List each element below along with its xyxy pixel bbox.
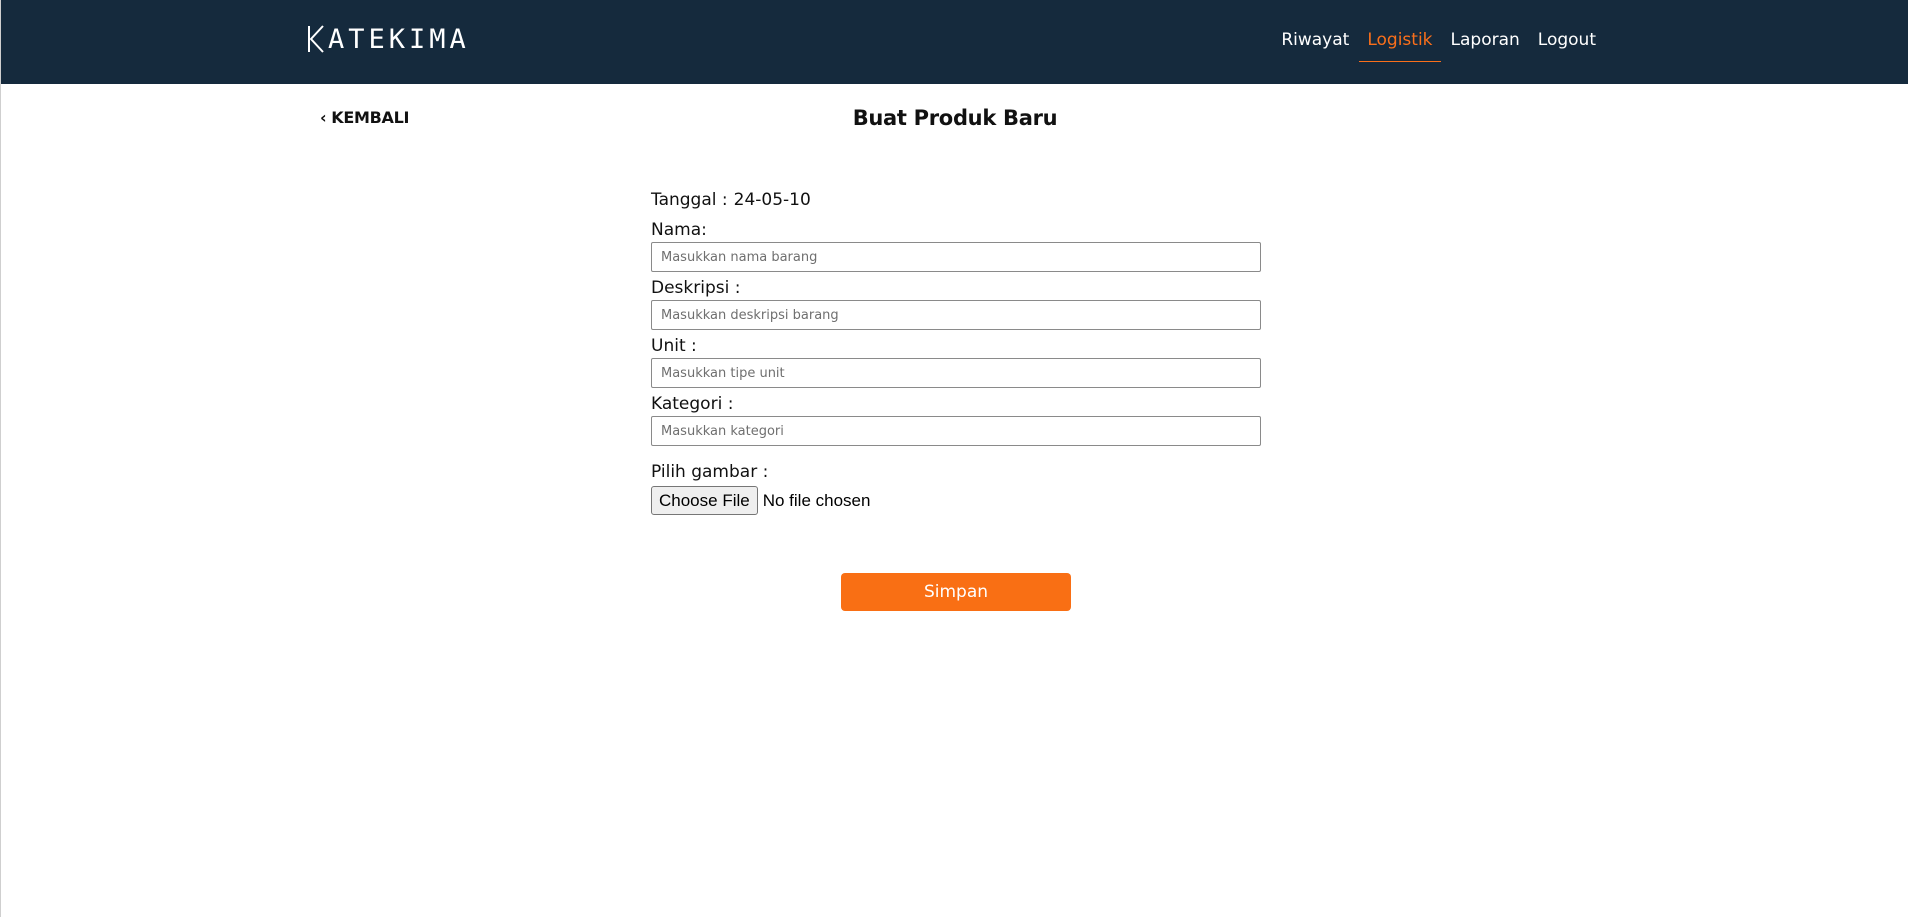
brand-logo[interactable]: ATEKIMA	[307, 21, 470, 57]
field-gambar: Pilih gambar : Choose File No file chose…	[651, 460, 1261, 515]
date-row: Tanggal : 24-05-10	[651, 186, 1261, 214]
nav-logistik[interactable]: Logistik	[1359, 0, 1441, 84]
gambar-label: Pilih gambar :	[651, 462, 769, 482]
date-value: 24-05-10	[733, 190, 811, 210]
nama-label: Nama:	[651, 220, 707, 240]
choose-file-button[interactable]: Choose File	[651, 486, 758, 515]
nav-laporan[interactable]: Laporan	[1450, 0, 1521, 84]
unit-label: Unit :	[651, 336, 697, 356]
nav-logout[interactable]: Logout	[1537, 0, 1597, 84]
create-product-form: Tanggal : 24-05-10 Nama: Deskripsi : Uni…	[651, 186, 1261, 515]
field-nama: Nama:	[651, 218, 1261, 272]
unit-input[interactable]	[651, 358, 1261, 388]
top-navbar: ATEKIMA Riwayat Logistik Laporan Logout	[1, 0, 1908, 84]
logo-k-icon	[308, 25, 324, 53]
nav-riwayat[interactable]: Riwayat	[1280, 0, 1350, 84]
page-title: Buat Produk Baru	[852, 106, 1058, 130]
field-unit: Unit :	[651, 334, 1261, 388]
logo-text: ATEKIMA	[328, 23, 470, 55]
save-button[interactable]: Simpan	[841, 573, 1071, 611]
kategori-label: Kategori :	[651, 394, 734, 414]
file-status: No file chosen	[762, 490, 871, 510]
field-kategori: Kategori :	[651, 392, 1261, 446]
deskripsi-input[interactable]	[651, 300, 1261, 330]
file-picker: Choose File No file chosen	[651, 486, 1261, 515]
deskripsi-label: Deskripsi :	[651, 278, 741, 298]
field-deskripsi: Deskripsi :	[651, 276, 1261, 330]
main-nav: Riwayat Logistik Laporan Logout	[1264, 0, 1597, 84]
nama-input[interactable]	[651, 242, 1261, 272]
date-label: Tanggal :	[651, 190, 728, 210]
kategori-input[interactable]	[651, 416, 1261, 446]
